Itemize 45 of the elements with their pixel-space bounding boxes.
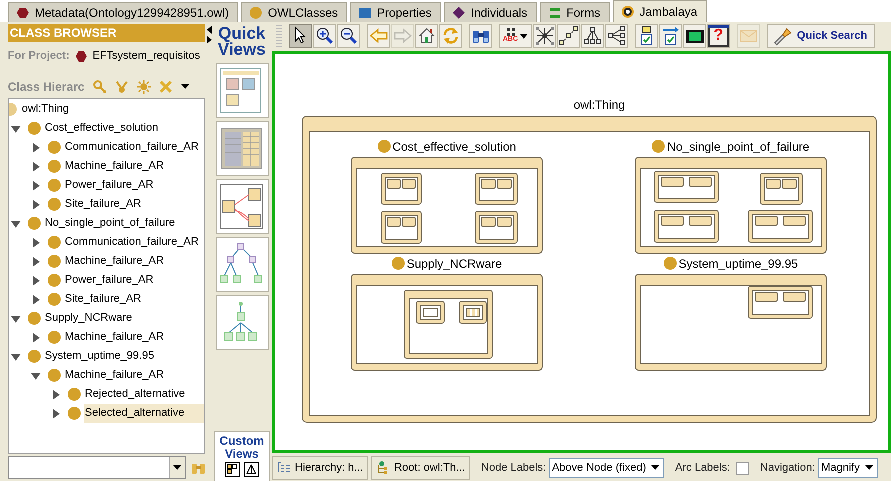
node-labels-label: Node Labels: <box>481 462 546 474</box>
tree-item[interactable]: Machine_failure_AR <box>64 252 204 271</box>
node-label: Supply_NCRware <box>406 256 502 270</box>
navigation-dropdown[interactable]: Magnify <box>818 458 878 478</box>
panel-title: CLASS BROWSER <box>8 24 205 42</box>
node-label: Cost_effective_solution <box>392 140 516 154</box>
diagram-canvas[interactable]: owl:Thing Cost_effective_solution No_single_point_of_failure Supply_NCRware System_uptime_99.95 <box>272 51 891 453</box>
help-button[interactable]: ? <box>707 24 730 48</box>
project-name: EFTsystem_requisitos <box>92 50 200 62</box>
quick-search-button[interactable]: Quick Search <box>767 24 874 48</box>
project-label: For Project: <box>8 50 70 62</box>
tree-item[interactable]: Selected_alternative <box>84 404 204 423</box>
navigation-label: Navigation: <box>760 462 816 474</box>
tree-item[interactable]: Communication_failure_AR <box>64 138 204 157</box>
tree-item[interactable]: System_uptime_99.95 <box>44 347 204 366</box>
tree-item[interactable]: Machine_failure_AR <box>64 157 204 176</box>
tree-item[interactable]: Power_failure_AR <box>64 271 204 290</box>
tab[interactable]: Properties <box>350 2 441 22</box>
node-labels-dropdown[interactable]: Above Node (fixed) <box>549 458 664 478</box>
arc-labels-label: Arc Labels: <box>675 462 730 474</box>
tab[interactable]: Forms <box>540 2 610 22</box>
tab[interactable]: Individuals <box>444 2 537 22</box>
node-label: No_single_point_of_failure <box>667 140 810 154</box>
hierarchy-button[interactable]: Hierarchy: h... <box>272 456 368 480</box>
tree-item[interactable]: Communication_failure_AR <box>64 233 204 252</box>
tree-item[interactable]: Site_failure_AR <box>64 195 204 214</box>
tree-item[interactable]: Machine_failure_AR <box>64 366 204 385</box>
tree-item[interactable]: Supply_NCRware <box>44 309 204 328</box>
tab[interactable]: OWLClasses <box>241 2 348 22</box>
tree-item[interactable]: No_single_point_of_failure <box>44 214 204 233</box>
root-button[interactable]: Root: owl:Th... <box>371 456 470 480</box>
class-node[interactable]: Cost_effective_solution No_single_point_of_failure Supply_NCRware System_uptime_99.95 <box>302 116 877 423</box>
node-label: owl:Thing <box>574 98 626 112</box>
node-label: System_uptime_99.95 <box>678 256 798 270</box>
tree-item[interactable]: Machine_failure_AR <box>64 328 204 347</box>
tree-item[interactable]: Rejected_alternative <box>84 385 204 404</box>
tree-item[interactable]: owl:Thing <box>21 100 204 119</box>
hierarchy-label: Class Hierarc <box>8 80 85 94</box>
custom-views-title: Custom Views <box>218 435 266 461</box>
tree-item[interactable]: Site_failure_AR <box>64 290 204 309</box>
tab[interactable]: Jambalaya <box>612 0 707 22</box>
tree-item[interactable]: Cost_effective_solution <box>44 119 204 138</box>
tree-item[interactable]: Power_failure_AR <box>64 176 204 195</box>
quick-views-title: Quick Views <box>217 26 267 60</box>
tab[interactable]: Metadata(Ontology1299428951.owl) <box>8 2 238 22</box>
